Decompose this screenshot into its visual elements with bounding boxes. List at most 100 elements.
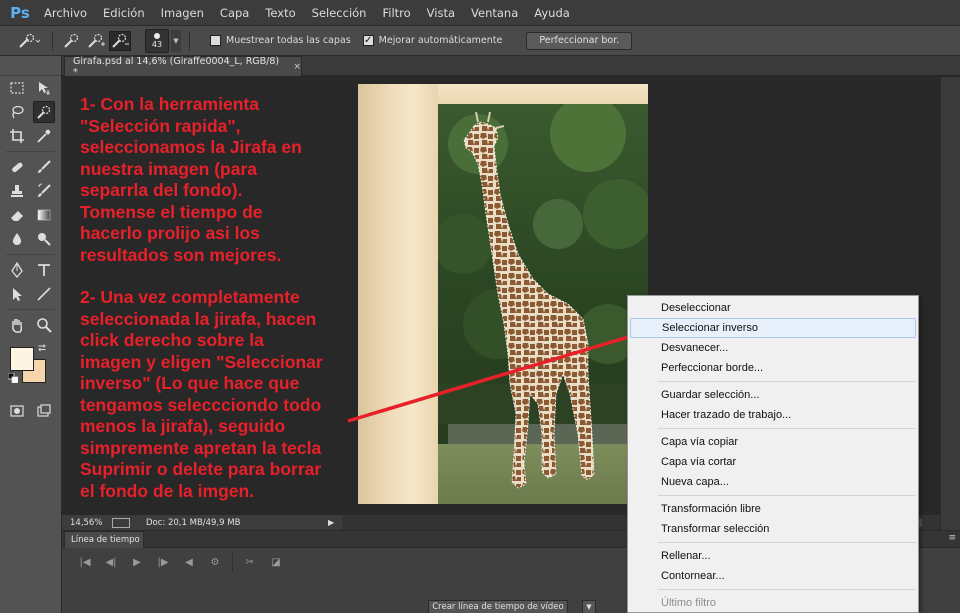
- pen-tool[interactable]: [6, 259, 28, 281]
- panel-menu-icon[interactable]: ≡: [948, 533, 956, 543]
- clone-stamp-tool[interactable]: [6, 180, 28, 202]
- menu-item-select-inverse[interactable]: Seleccionar inverso: [630, 318, 916, 338]
- menu-bar: Ps Archivo Edición Imagen Capa Texto Sel…: [0, 0, 960, 26]
- status-icon[interactable]: [112, 517, 130, 528]
- eyedropper-tool[interactable]: [33, 125, 55, 147]
- menu-item-make-work-path[interactable]: Hacer trazado de trabajo...: [630, 405, 916, 425]
- menu-separator: [658, 542, 916, 543]
- document-tab-title: Girafa.psd al 14,6% (Giraffe0004_L, RGB/…: [73, 55, 280, 78]
- menu-capa[interactable]: Capa: [212, 0, 257, 26]
- scissors-icon[interactable]: ✂: [237, 552, 263, 572]
- eraser-tool[interactable]: [6, 204, 28, 226]
- menu-item-layer-via-cut[interactable]: Capa vía cortar: [630, 452, 916, 472]
- menu-archivo[interactable]: Archivo: [36, 0, 95, 26]
- status-menu-arrow[interactable]: ▶: [328, 518, 342, 527]
- history-brush-tool[interactable]: [33, 180, 55, 202]
- menu-item-stroke[interactable]: Contornear...: [630, 566, 916, 586]
- menu-item-new-layer[interactable]: Nueva capa...: [630, 472, 916, 492]
- image-background-top: [438, 84, 648, 104]
- separator: [6, 254, 55, 255]
- previous-frame-icon[interactable]: ◀|: [98, 552, 124, 572]
- zoom-level[interactable]: 14,56%: [70, 518, 112, 528]
- lasso-icon: [12, 105, 24, 119]
- auto-enhance-checkbox[interactable]: ✓: [362, 35, 374, 46]
- menu-vista[interactable]: Vista: [419, 0, 463, 26]
- crop-tool[interactable]: [6, 125, 28, 147]
- menu-item-deselect[interactable]: Deseleccionar: [630, 298, 916, 318]
- menu-edicion[interactable]: Edición: [95, 0, 153, 26]
- menu-imagen[interactable]: Imagen: [153, 0, 212, 26]
- line-icon: [37, 287, 51, 301]
- menu-filtro[interactable]: Filtro: [374, 0, 418, 26]
- brush-subtract-icon: [112, 33, 129, 48]
- tool-preset-picker[interactable]: [14, 30, 44, 52]
- blur-tool[interactable]: [6, 228, 28, 250]
- zoom-icon: [36, 318, 52, 333]
- foreground-color-swatch[interactable]: [10, 347, 34, 371]
- menu-item-fill[interactable]: Rellenar...: [630, 546, 916, 566]
- path-selection-tool[interactable]: [6, 283, 28, 305]
- sample-all-layers-checkbox[interactable]: [210, 35, 221, 46]
- menu-seleccion[interactable]: Selección: [304, 0, 375, 26]
- screen-mode-button[interactable]: [33, 400, 55, 422]
- menu-item-feather[interactable]: Desvanecer...: [630, 338, 916, 358]
- tools-panel: ⮂: [0, 56, 62, 613]
- line-tool[interactable]: [33, 283, 55, 305]
- brush-dropdown-arrow[interactable]: ▼: [171, 29, 181, 52]
- menu-item-free-transform[interactable]: Transformación libre: [630, 499, 916, 519]
- instruction-step-1: 1- Con la herramienta "Selección rapida"…: [80, 94, 302, 265]
- audio-icon[interactable]: ◀: [176, 552, 202, 572]
- quick-selection-tool[interactable]: [32, 101, 55, 123]
- type-icon: [37, 264, 50, 276]
- eraser-icon: [11, 211, 24, 221]
- menu-item-layer-via-copy[interactable]: Capa vía copiar: [630, 432, 916, 452]
- marquee-tool[interactable]: [6, 77, 28, 99]
- create-video-timeline-button[interactable]: Crear línea de tiempo de vídeo: [428, 600, 568, 613]
- document-tab-bar: Girafa.psd al 14,6% (Giraffe0004_L, RGB/…: [62, 55, 960, 78]
- document-tab[interactable]: Girafa.psd al 14,6% (Giraffe0004_L, RGB/…: [64, 55, 302, 78]
- menu-item-last-filter: Último filtro: [661, 597, 717, 609]
- type-tool[interactable]: [33, 259, 55, 281]
- menu-texto[interactable]: Texto: [257, 0, 303, 26]
- menu-item-save-selection[interactable]: Guardar selección...: [630, 385, 916, 405]
- quick-mask-button[interactable]: [6, 400, 28, 422]
- next-frame-icon[interactable]: |▶: [150, 552, 176, 572]
- document-size: Doc: 20,1 MB/49,9 MB: [146, 517, 241, 528]
- go-to-first-frame-icon[interactable]: |◀: [72, 552, 98, 572]
- move-tool[interactable]: [33, 77, 55, 99]
- menu-ayuda[interactable]: Ayuda: [526, 0, 578, 26]
- create-timeline-dropdown[interactable]: ▼: [582, 600, 596, 613]
- transition-icon[interactable]: ◪: [263, 552, 289, 572]
- zoom-tool[interactable]: [33, 314, 55, 336]
- default-colors-icon[interactable]: [8, 373, 18, 383]
- brush-size-picker[interactable]: 43: [145, 28, 169, 53]
- history-brush-icon: [37, 183, 51, 197]
- play-icon[interactable]: ▶: [124, 552, 150, 572]
- status-bar: 14,56% Doc: 20,1 MB/49,9 MB ▶: [62, 515, 342, 530]
- separator: [6, 151, 55, 152]
- swap-colors-icon[interactable]: ⮂: [38, 343, 46, 354]
- quick-selection-tool-icon: [37, 105, 50, 119]
- toolbar-grip[interactable]: [0, 56, 61, 76]
- marquee-icon: [10, 82, 24, 94]
- brush-icon: [37, 160, 51, 173]
- gradient-tool[interactable]: [33, 204, 55, 226]
- refine-edge-button[interactable]: Perfeccionar bor.: [526, 31, 633, 50]
- subtract-selection-brush[interactable]: [109, 30, 131, 51]
- menu-item-transform-selection[interactable]: Transformar selección: [630, 519, 916, 539]
- dodge-tool[interactable]: [33, 228, 55, 250]
- timeline-tab[interactable]: Línea de tiempo: [64, 531, 144, 548]
- brush-tool[interactable]: [33, 156, 55, 178]
- hand-tool[interactable]: [6, 314, 28, 336]
- lasso-tool[interactable]: [6, 101, 28, 123]
- settings-gear-icon[interactable]: ⚙: [202, 552, 228, 572]
- new-selection-brush[interactable]: [61, 31, 83, 51]
- menu-item-refine-edge[interactable]: Perfeccionar borde...: [630, 358, 916, 378]
- document-image[interactable]: [358, 84, 648, 504]
- menu-separator: [658, 428, 916, 429]
- menu-ventana[interactable]: Ventana: [463, 0, 526, 26]
- separator: [52, 30, 53, 51]
- close-tab-icon[interactable]: ×: [293, 62, 301, 72]
- add-selection-brush[interactable]: [85, 31, 107, 51]
- healing-brush-tool[interactable]: [6, 156, 28, 178]
